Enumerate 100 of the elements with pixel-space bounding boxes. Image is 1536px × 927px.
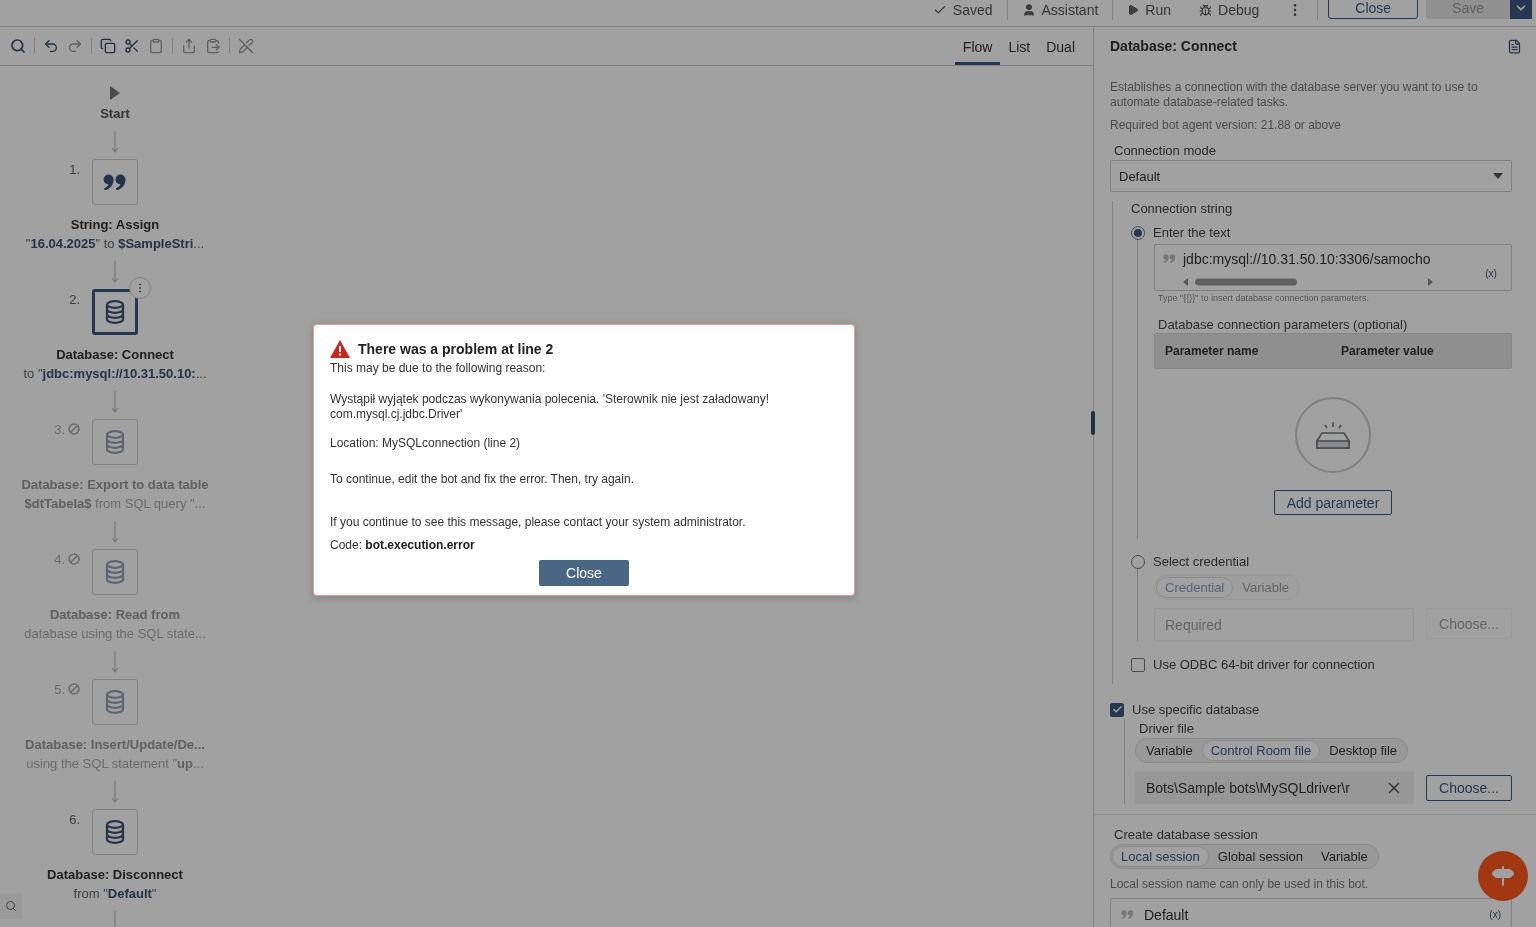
view-tab[interactable]: Flow [954,27,1001,65]
connector-arrow [111,781,119,803]
help-button[interactable] [1478,851,1528,901]
person-icon [1021,3,1036,17]
resize-handle[interactable] [1091,411,1095,435]
dialog-text: Location: MySQLconnection (line 2) [330,436,522,451]
error-message: Wystąpił wyjątek podczas wykonywania polecenia. 'Sterownik nie jest załadowany! com.mysql.cj.jdbc.Driver' [330,392,771,422]
view-tab[interactable]: List [1000,27,1039,65]
connection-string-field[interactable]: jdbc:mysql://10.31.50.10:3306/samocho (x) [1154,244,1512,291]
signpost-icon [1491,864,1515,888]
session-tab[interactable]: Local session [1112,846,1209,867]
redo-icon[interactable] [67,38,83,54]
caret-icon [1493,173,1503,179]
field-label: Create database session [1114,827,1259,842]
add-parameter-button[interactable]: Add parameter [1273,490,1393,515]
cut-icon[interactable] [124,38,140,54]
driver-file-field[interactable]: Bots\Sample bots\MySQLdriver\r [1135,771,1415,804]
import-icon[interactable] [205,38,221,54]
node-title: Database: Insert/Update/De... [25,737,205,752]
hint-text: Local session name can only be used in this bot. [1110,877,1370,892]
driver-file-tab[interactable]: Variable [1137,740,1202,761]
connector-arrow [111,391,119,413]
search-icon[interactable] [10,38,26,54]
save-options-button[interactable] [1510,0,1532,19]
field-label: Connection mode [1114,143,1217,158]
database-icon [105,560,125,584]
start-label: Start [100,106,130,121]
choose-button[interactable]: Choose... [1426,774,1512,801]
option-label: Select credential [1153,554,1250,569]
checkbox[interactable] [1110,702,1124,717]
node-title: Database: Export to data table [21,477,209,492]
database-icon [105,430,125,454]
node-subtitle: to "jdbc:mysql://10.31.50.10:... [23,366,207,381]
copy-icon[interactable] [100,38,116,54]
connector-arrow [111,261,119,283]
view-tab[interactable]: Dual [1038,27,1083,65]
node-subtitle: from "Default" [73,886,157,901]
connector-arrow [111,911,119,927]
node-title: Database: Disconnect [47,867,183,882]
play-icon [1127,4,1140,16]
section-label: Database connection parameters (optional) [1158,317,1409,332]
requirement-text: Required bot agent version: 21.88 or above [1110,118,1342,133]
action-node[interactable] [92,289,138,335]
description-text: Establishes a connection with the database server you want to use to automate database-related tasks. [1110,80,1479,110]
field-label: Connection string [1131,201,1234,216]
dialog-title: There was a problem at line 2 [358,341,554,357]
checkbox[interactable] [1131,657,1145,672]
database-icon [105,300,125,324]
zoom-button[interactable] [0,893,22,919]
session-name-field[interactable]: Default (x) [1110,898,1512,927]
variable-button[interactable]: (x) [1489,909,1501,920]
node-title: String: Assign [70,217,160,232]
empty-tray-icon [1314,420,1352,450]
more-button[interactable] [129,277,151,299]
checkbox-label: Use ODBC 64-bit driver for connection [1153,657,1375,672]
close-button[interactable]: Close [1328,0,1419,19]
parameters-table-header: Parameter name Parameter value [1154,333,1512,369]
document-icon[interactable] [1507,38,1522,54]
warning-icon [330,340,350,358]
connector-arrow [111,651,119,673]
session-tab[interactable]: Variable [1312,846,1377,867]
connection-mode-select[interactable]: Default [1110,160,1512,192]
quote-icon [1162,254,1176,264]
driver-file-tab[interactable]: Control Room file [1201,740,1321,761]
search-icon [5,900,17,912]
step-number: 2. [69,291,80,307]
error-code: Code: bot.execution.error [330,538,476,553]
step-number: 1. [69,161,80,177]
panel-title: Database: Connect [1110,38,1237,54]
connector-arrow [111,521,119,543]
driver-file-tab[interactable]: Desktop file [1320,740,1407,761]
paste-icon[interactable] [148,38,164,54]
node-title: Database: Read from [49,607,180,622]
export-icon[interactable] [181,38,197,54]
database-icon [105,690,125,714]
assistant-button[interactable]: Assistant [1007,0,1114,20]
field-label: Driver file [1139,721,1195,736]
dialog-text: To continue, edit the bot and fix the error. Then, try again. [330,472,635,487]
start-icon [110,86,120,100]
database-icon [105,820,125,844]
hint-text: Type "{{}}" to insert database connection parameters. [1158,293,1371,303]
debug-button[interactable]: Debug [1185,0,1274,20]
dialog-text: If you continue to see this message, please contact your system administrator. [330,515,747,530]
checkbox-label: Use specific database [1132,702,1260,717]
dialog-text: This may be due to the following reason: [330,361,547,376]
horizontal-scrollbar[interactable] [1183,276,1433,287]
bug-icon [1199,3,1212,17]
connector-arrow [111,131,119,153]
option-label: Enter the text [1153,225,1231,240]
session-tab[interactable]: Global session [1208,846,1313,867]
run-button[interactable]: Run [1113,0,1185,20]
undo-icon[interactable] [43,38,59,54]
close-button[interactable]: Close [539,560,629,586]
step-number: 6. [69,811,80,827]
check-icon [932,3,947,17]
variable-button[interactable]: (x) [1485,268,1497,279]
saved-status: Saved [918,0,1008,20]
disable-icon[interactable] [238,38,254,54]
node-subtitle: "16.04.2025" to $SampleStri... [25,236,205,251]
quote-icon [1121,909,1134,920]
